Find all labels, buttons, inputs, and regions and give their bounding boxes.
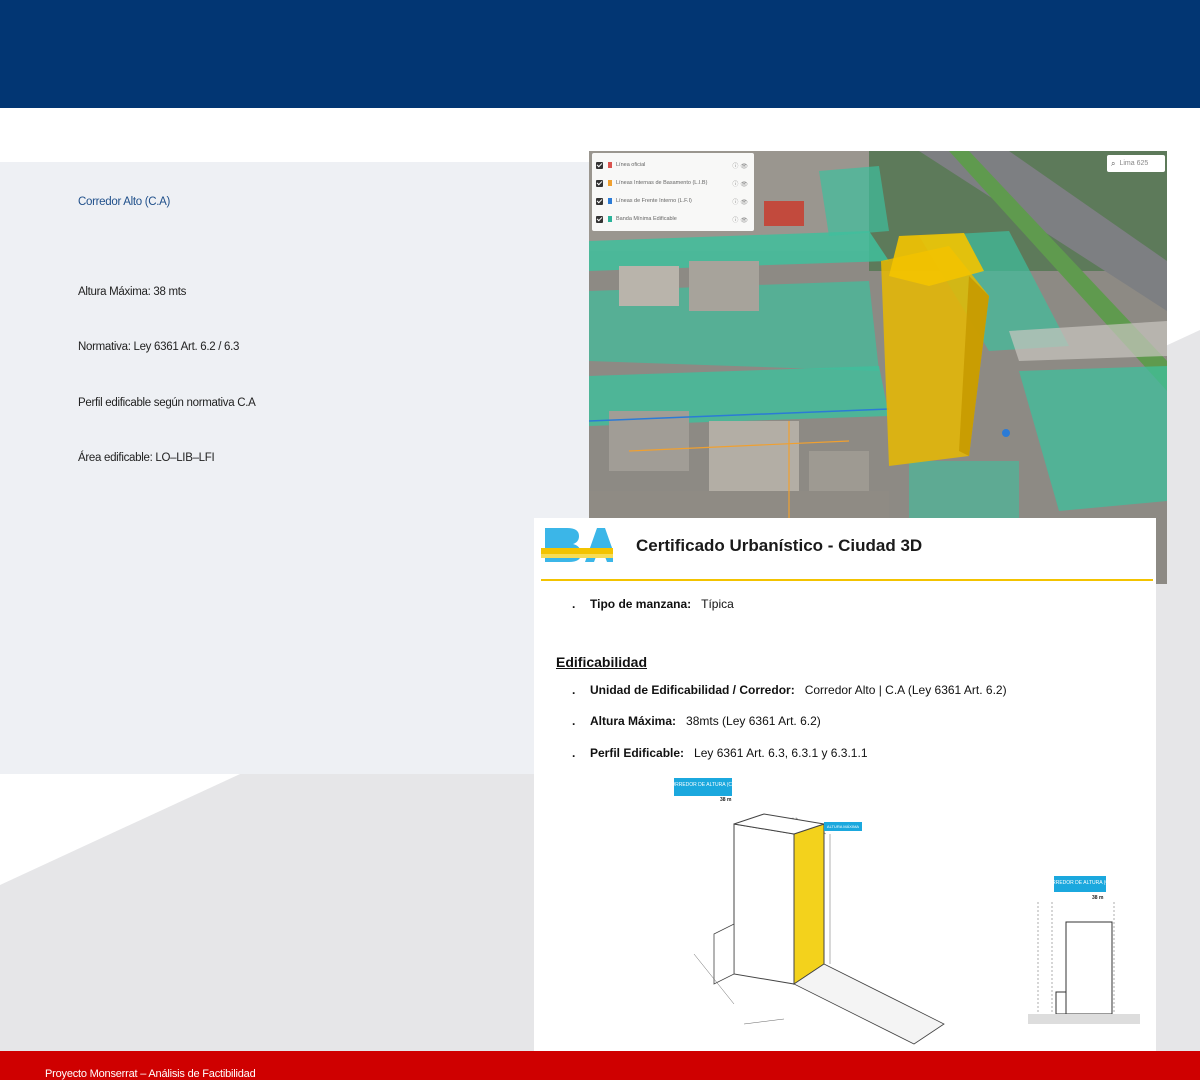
urban-certificate: Certificado Urbanístico - Ciudad 3D . Tip… (534, 518, 1156, 1054)
section-height-text: 38 m (1092, 895, 1104, 901)
layer-swatch (608, 198, 612, 204)
map-search-input[interactable]: ⌕ Lima 625 (1107, 155, 1165, 172)
header-band (0, 0, 1200, 108)
map-search-text: Lima 625 (1119, 160, 1149, 167)
layer-row[interactable]: Líneas de Frente Interno (L.F.I) ⓘ👁 (596, 192, 750, 210)
profile-label: Perfil Edificable: (590, 746, 685, 760)
layer-swatch (608, 180, 612, 186)
layer-swatch (608, 216, 612, 222)
height-value: 38mts (Ley 6361 Art. 6.2) (686, 714, 821, 728)
section-diagram: CORREDOR DE ALTURA (C.A) 38 m (1028, 876, 1140, 1024)
info-eye-icon[interactable]: ⓘ👁 (732, 197, 750, 206)
certificate-title: Certificado Urbanístico - Ciudad 3D (636, 536, 923, 555)
block-type-value: Típica (701, 597, 734, 611)
layer-label: Banda Mínima Edificable (616, 216, 677, 222)
unit-value: Corredor Alto | C.A (Ley 6361 Art. 6.2) (804, 683, 1007, 697)
layer-row[interactable]: Línea oficial ⓘ👁 (596, 156, 750, 174)
block-type-row: . Tipo de manzana: Típica (572, 597, 734, 611)
layer-row[interactable]: Líneas Internas de Basamento (L.I.B) ⓘ👁 (596, 174, 750, 192)
layer-label: Línea oficial (616, 162, 646, 168)
block-type-label: Tipo de manzana: (590, 597, 692, 611)
profile-label: Perfil edificable según normativa C.A (78, 397, 256, 409)
checkbox-icon[interactable] (596, 161, 603, 169)
map-layer-panel: Línea oficial ⓘ👁 Líneas Internas de Basa… (592, 153, 754, 231)
layer-label: Líneas Internas de Basamento (L.I.B) (616, 180, 708, 186)
corridor-label: Corredor Alto (C.A) (78, 196, 171, 208)
building-profile-diagram: CORREDOR DE ALTURA (C.A) 38 m ALTURA MÁX… (668, 778, 945, 1045)
divider (541, 579, 1153, 581)
section-tag-text: CORREDOR DE ALTURA (C.A) (1045, 880, 1116, 886)
info-panel (0, 162, 598, 774)
section-heading: Edificabilidad (556, 654, 648, 670)
unit-row: . Unidad de Edificabilidad / Corredor: Cor… (572, 683, 1007, 697)
height-label: Altura Máxima: (590, 714, 677, 728)
height-row: . Altura Máxima: 38mts (Ley 6361 Art. 6.2) (572, 714, 821, 728)
max-height-label: Altura Máxima: 38 mts (78, 286, 187, 298)
unit-label: Unidad de Edificabilidad / Corredor: (590, 683, 795, 697)
footer-text: Proyecto Monserrat – Análisis de Factibi… (45, 1068, 256, 1080)
layer-row[interactable]: Banda Mínima Edificable ⓘ👁 (596, 210, 750, 228)
layer-label: Líneas de Frente Interno (L.F.I) (616, 198, 692, 204)
layer-swatch (608, 162, 612, 168)
info-eye-icon[interactable]: ⓘ👁 (732, 179, 750, 188)
max-height-tag-text: ALTURA MÁXIMA (827, 824, 859, 829)
height-tag-text: 38 m (720, 797, 732, 803)
checkbox-icon[interactable] (596, 215, 603, 223)
checkbox-icon[interactable] (596, 197, 603, 205)
profile-value: Ley 6361 Art. 6.3, 6.3.1 y 6.3.1.1 (694, 746, 868, 760)
buildable-area-label: Área edificable: LO–LIB–LFI (78, 452, 215, 464)
corridor-tag-text: CORREDOR DE ALTURA (C.A) (668, 782, 739, 788)
info-eye-icon[interactable]: ⓘ👁 (732, 215, 750, 224)
ba-logo (541, 528, 613, 562)
info-eye-icon[interactable]: ⓘ👁 (732, 161, 750, 170)
regulation-label: Normativa: Ley 6361 Art. 6.2 / 6.3 (78, 341, 240, 353)
search-icon: ⌕ (1111, 158, 1116, 168)
profile-row: . Perfil Edificable: Ley 6361 Art. 6.3, 6.… (572, 746, 868, 760)
checkbox-icon[interactable] (596, 179, 603, 187)
